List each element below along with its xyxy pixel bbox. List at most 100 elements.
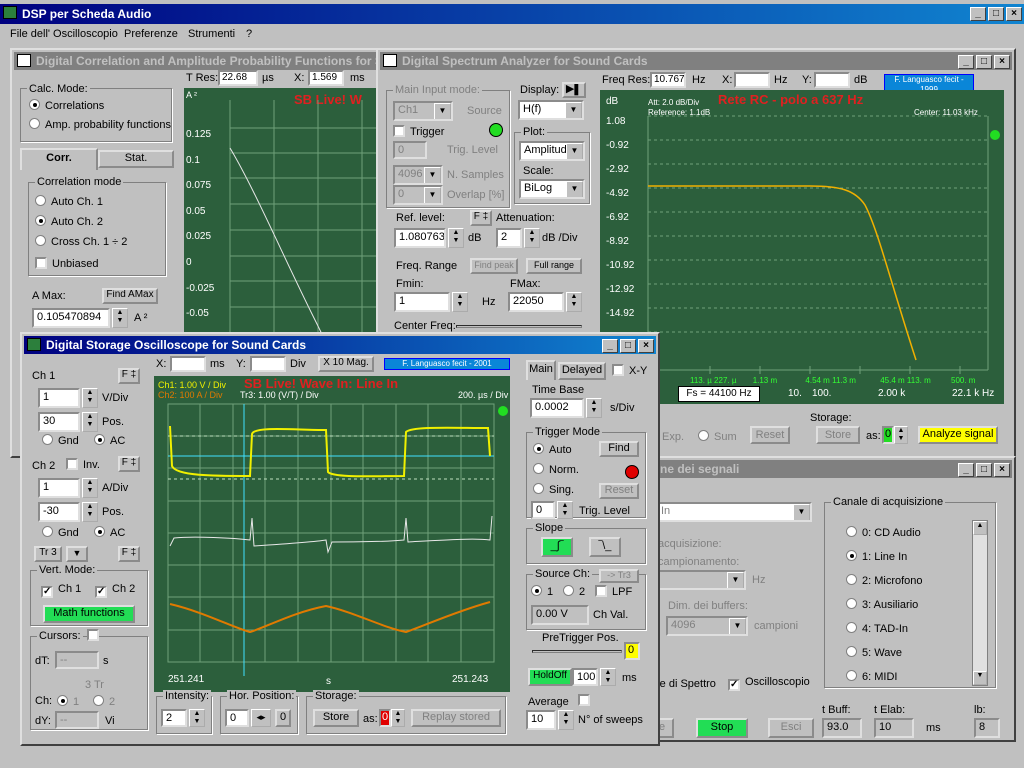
trig-level-field[interactable]: 0 [393, 141, 427, 159]
holdoff-button[interactable]: HoldOff [528, 668, 572, 686]
center-freq-slider[interactable] [456, 325, 582, 328]
tab-corr[interactable]: Corr. [20, 148, 98, 170]
amax-spinner[interactable]: ▲ ▼ [112, 308, 128, 328]
atten-spinner[interactable]: ▲ ▼ [524, 228, 540, 248]
source-combo[interactable]: Ch1 [393, 101, 453, 121]
checkbox-cursors[interactable] [87, 629, 104, 642]
menu-file[interactable]: File dell' Oscilloscopio [10, 28, 118, 40]
checkbox-inv[interactable]: Inv. [66, 458, 100, 471]
stop-button[interactable]: Stop [696, 718, 748, 738]
store-button[interactable]: Store [313, 709, 359, 727]
find-button[interactable]: Find [599, 441, 639, 457]
radio-ch1-ac[interactable]: AC [94, 434, 125, 447]
hpos-field[interactable]: 0 [225, 709, 249, 727]
close-button[interactable]: × [994, 463, 1010, 477]
minimize-button[interactable]: _ [970, 7, 986, 21]
tab-main[interactable]: Main [526, 360, 556, 380]
overlap-combo[interactable]: 0 [393, 185, 443, 205]
fmin-spinner[interactable]: ▲ ▼ [452, 292, 468, 312]
radio-cross[interactable]: Cross Ch. 1 ÷ 2 [35, 235, 127, 248]
radio-auto-ch1[interactable]: Auto Ch. 1 [35, 195, 103, 208]
display-combo[interactable]: H(f) [518, 100, 584, 120]
spectrum-title-bar[interactable]: Digital Spectrum Analyzer for Sound Card… [380, 52, 1012, 70]
holdoff-spinner[interactable]: ▲ ▼ [600, 668, 616, 686]
trig-level-field[interactable]: 0 [531, 501, 555, 519]
intensity-field[interactable]: 2 [161, 709, 187, 727]
scroll-up-icon[interactable]: ▲ [973, 521, 987, 535]
ch1-f-button[interactable]: F ‡ [118, 368, 140, 384]
radio-channel-4[interactable]: 4: TAD-In [846, 622, 908, 635]
ch2-adiv-spinner[interactable]: ▲ ▼ [82, 478, 98, 498]
checkbox-xy[interactable]: X-Y [612, 364, 647, 377]
ch2-pos-field[interactable]: -30 [38, 502, 80, 522]
tab-stat[interactable]: Stat. [98, 150, 174, 168]
ref-f-button[interactable]: F ‡ [470, 210, 492, 226]
radio-ch1-gnd[interactable]: Gnd [42, 434, 79, 447]
find-peak-button[interactable]: Find peak [470, 258, 518, 274]
radio-channel-5[interactable]: 5: Wave [846, 646, 902, 659]
ch1-pos-field[interactable]: 30 [38, 412, 80, 432]
checkbox-unbiased[interactable]: Unbiased [35, 257, 98, 270]
checkbox-trigger[interactable]: Trigger [393, 125, 444, 138]
analyze-signal-button[interactable]: Analyze signal [918, 426, 998, 444]
checkbox-vch1[interactable]: ✓ Ch 1 [41, 583, 81, 598]
scroll-down-icon[interactable]: ▼ [973, 671, 987, 685]
trig-level-spinner[interactable]: ▲ ▼ [557, 501, 573, 519]
x10-mag-button[interactable]: X 10 Mag. [318, 356, 374, 372]
camp-combo[interactable] [656, 570, 746, 590]
average-spinner[interactable]: ▲ ▼ [558, 710, 574, 730]
ch2-pos-spinner[interactable]: ▲ ▼ [82, 502, 98, 522]
find-amax-button[interactable]: Find AMax [102, 288, 158, 304]
trig-reset-button[interactable]: Reset [599, 483, 639, 499]
checkbox-lpf[interactable]: LPF [595, 585, 632, 598]
slope-falling-button[interactable]: ‾\_ [589, 537, 621, 557]
as-field[interactable]: 0 [379, 709, 391, 727]
tab-delayed[interactable]: Delayed [558, 362, 606, 380]
reset-button[interactable]: Reset [750, 426, 790, 444]
main-title-bar[interactable]: DSP per Scheda Audio _ □ × [0, 4, 1024, 24]
nsamples-combo[interactable]: 4096 [393, 165, 443, 185]
math-functions-button[interactable]: Math functions [43, 605, 135, 623]
as-field[interactable]: 0 [882, 426, 894, 444]
tr3-button[interactable]: Tr 3 [34, 546, 62, 562]
radio-sing[interactable]: Sing. [533, 483, 574, 496]
radio-cursor-2[interactable]: 2 [93, 695, 115, 708]
average-field[interactable]: 10 [526, 710, 556, 730]
checkbox-vch2[interactable]: ✓ Ch 2 [95, 583, 135, 598]
store-button[interactable]: Store [816, 426, 860, 444]
maximize-button[interactable]: □ [620, 339, 636, 353]
as-spinner[interactable]: ▲ ▼ [391, 709, 405, 727]
fmin-field[interactable]: 1 [394, 292, 450, 312]
source-combo[interactable]: In [656, 502, 812, 522]
radio-ch2-gnd[interactable]: Gnd [42, 526, 79, 539]
radio-sum[interactable]: Sum [698, 430, 737, 443]
timebase-field[interactable]: 0.0002 [530, 398, 584, 418]
ch1-vdiv-spinner[interactable]: ▲ ▼ [82, 388, 98, 408]
pretrig-slider[interactable] [532, 650, 622, 653]
maximize-button[interactable]: □ [976, 463, 992, 477]
radio-amp-prob[interactable]: Amp. probability functions [29, 118, 171, 131]
intensity-spinner[interactable]: ▲ ▼ [189, 709, 205, 727]
timebase-spinner[interactable]: ▲ ▼ [586, 398, 602, 418]
minimize-button[interactable]: _ [602, 339, 618, 353]
radio-source-1[interactable]: 1 [531, 585, 553, 598]
correlation-title-bar[interactable]: Digital Correlation and Amplitude Probab… [14, 52, 396, 70]
radio-norm[interactable]: Norm. [533, 463, 579, 476]
slope-rising-button[interactable]: _∫‾ [541, 537, 573, 557]
oscilloscope-title-bar[interactable]: Digital Storage Oscilloscope for Sound C… [24, 336, 656, 354]
replay-stored-button[interactable]: Replay stored [411, 709, 501, 727]
radio-auto-ch2[interactable]: Auto Ch. 2 [35, 215, 103, 228]
display-play-button[interactable]: ▶▌ [562, 82, 586, 98]
menu-help[interactable]: ? [246, 28, 252, 40]
tr3-dropdown-icon[interactable]: ▼ [66, 546, 88, 562]
ref-level-field[interactable]: 1.080763 [394, 228, 446, 248]
radio-ch2-ac[interactable]: AC [94, 526, 125, 539]
minimize-button[interactable]: _ [958, 55, 974, 69]
radio-channel-6[interactable]: 6: MIDI [846, 670, 897, 683]
radio-cursor-1[interactable]: 1 [57, 695, 79, 708]
close-button[interactable]: × [638, 339, 654, 353]
hpos-spinner[interactable]: ◂▸ [251, 709, 271, 727]
dim-combo[interactable]: 4096 [666, 616, 748, 636]
scale-combo[interactable]: BiLog [519, 179, 585, 199]
checkbox-oscilloscopio[interactable]: ✓ Oscilloscopio [728, 676, 810, 691]
